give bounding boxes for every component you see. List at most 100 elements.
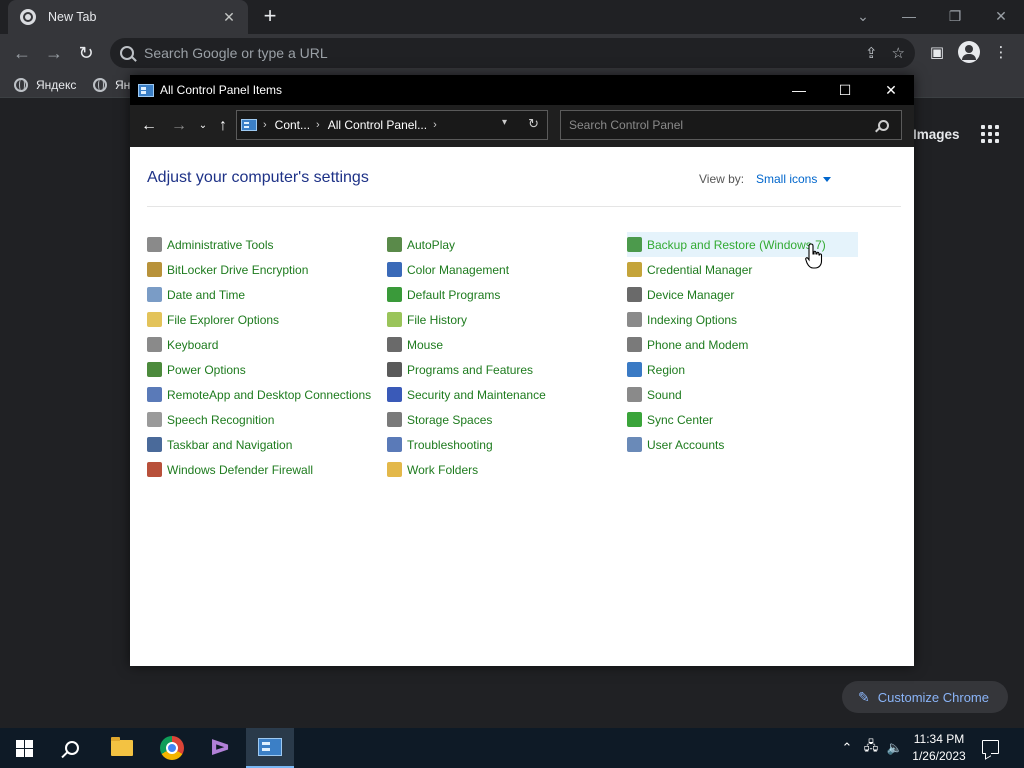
- share-icon[interactable]: ⇪: [865, 44, 878, 62]
- tab-search-chevron-icon[interactable]: ⌄: [840, 0, 886, 32]
- cp-item[interactable]: File Explorer Options: [147, 307, 375, 332]
- taskbar-chrome[interactable]: [148, 728, 196, 768]
- cp-item[interactable]: Date and Time: [147, 282, 375, 307]
- cp-item[interactable]: Keyboard: [147, 332, 375, 357]
- breadcrumb-separator[interactable]: ›: [316, 119, 320, 131]
- control-panel-icon: [258, 738, 282, 756]
- cp-item[interactable]: Power Options: [147, 357, 375, 382]
- credential-icon: [627, 262, 642, 277]
- clock-time: 11:34 PM: [913, 732, 965, 746]
- taskbar-clock[interactable]: 11:34 PM 1/26/2023: [908, 731, 970, 765]
- bookmark-yandex-2[interactable]: Ян: [93, 76, 130, 94]
- cp-item[interactable]: Backup and Restore (Windows 7): [627, 232, 858, 257]
- tray-overflow-chevron-icon[interactable]: ⌃: [836, 728, 858, 768]
- address-dropdown-icon[interactable]: ▾: [502, 117, 507, 128]
- volume-icon[interactable]: 🔈: [884, 728, 906, 768]
- breadcrumb-all-items[interactable]: All Control Panel...: [328, 118, 427, 132]
- folder-icon: [111, 737, 133, 756]
- windows-taskbar: ᐅ ⌃ 🖧 🔈 11:34 PM 1/26/2023: [0, 728, 1024, 768]
- new-tab-button[interactable]: +: [258, 4, 282, 30]
- cp-item[interactable]: Phone and Modem: [627, 332, 858, 357]
- refresh-icon[interactable]: ↻: [528, 116, 539, 132]
- cp-item[interactable]: Sound: [627, 382, 858, 407]
- cp-item-label: Speech Recognition: [167, 412, 275, 427]
- profile-avatar-icon[interactable]: [958, 41, 980, 63]
- phone-icon: [627, 337, 642, 352]
- taskbar-control-panel[interactable]: [246, 728, 294, 768]
- cp-item-label: Device Manager: [647, 287, 735, 302]
- cp-item[interactable]: Administrative Tools: [147, 232, 375, 257]
- cp-item[interactable]: Mouse: [387, 332, 615, 357]
- omnibox-placeholder[interactable]: Search Google or type a URL: [144, 45, 851, 61]
- cp-item[interactable]: Security and Maintenance: [387, 382, 615, 407]
- cp-title-bar[interactable]: All Control Panel Items — ☐ ✕: [130, 75, 914, 105]
- chrome-close-button[interactable]: ✕: [978, 0, 1024, 32]
- cp-item[interactable]: RemoteApp and Desktop Connections: [147, 382, 375, 407]
- cp-item[interactable]: Credential Manager: [627, 257, 858, 282]
- view-by-dropdown[interactable]: Small icons: [756, 172, 831, 186]
- cp-item[interactable]: Troubleshooting: [387, 432, 615, 457]
- breadcrumb-separator[interactable]: ›: [263, 119, 267, 131]
- cp-items-column-3: Backup and Restore (Windows 7) Credential…: [627, 232, 858, 457]
- globe-icon: [93, 78, 107, 92]
- bookmark-star-icon[interactable]: ☆: [892, 44, 905, 62]
- tab-close-icon[interactable]: ✕: [220, 9, 238, 26]
- cp-item[interactable]: Windows Defender Firewall: [147, 457, 375, 482]
- start-button[interactable]: [0, 728, 48, 768]
- breadcrumb-control-panel[interactable]: Cont...: [275, 118, 310, 132]
- clock-date: 1/26/2023: [912, 749, 966, 763]
- cp-item-label: Credential Manager: [647, 262, 753, 277]
- chrome-restore-button[interactable]: ❐: [932, 0, 978, 32]
- cp-item[interactable]: Color Management: [387, 257, 615, 282]
- cp-item[interactable]: Region: [627, 357, 858, 382]
- side-panel-icon[interactable]: ▣: [926, 42, 948, 64]
- cp-search-input[interactable]: [569, 118, 878, 132]
- cp-item[interactable]: Work Folders: [387, 457, 615, 482]
- cp-item[interactable]: Programs and Features: [387, 357, 615, 382]
- taskbar-visual-studio[interactable]: ᐅ: [196, 728, 244, 768]
- back-arrow-icon[interactable]: ←: [9, 40, 35, 66]
- cp-item[interactable]: Storage Spaces: [387, 407, 615, 432]
- cp-recent-chevron-icon[interactable]: ⌄: [192, 115, 214, 137]
- cp-back-arrow-icon[interactable]: ←: [138, 115, 160, 137]
- cp-up-arrow-icon[interactable]: ↑: [212, 115, 234, 137]
- taskbar-file-explorer[interactable]: [98, 728, 146, 768]
- cp-item[interactable]: Taskbar and Navigation: [147, 432, 375, 457]
- omnibox[interactable]: Search Google or type a URL ⇪ ☆: [110, 38, 915, 68]
- cp-maximize-button[interactable]: ☐: [822, 75, 868, 105]
- chrome-menu-icon[interactable]: ⋮: [990, 42, 1012, 64]
- cp-item[interactable]: BitLocker Drive Encryption: [147, 257, 375, 282]
- cp-address-bar[interactable]: › Cont... › All Control Panel... › ▾ ↻: [236, 110, 548, 140]
- cp-navigation-bar: ← → ⌄ ↑ › Cont... › All Control Panel...…: [130, 105, 914, 147]
- users-icon: [627, 437, 642, 452]
- cp-item[interactable]: AutoPlay: [387, 232, 615, 257]
- taskbar-icon: [147, 437, 162, 452]
- cp-item[interactable]: File History: [387, 307, 615, 332]
- cp-forward-arrow-icon[interactable]: →: [168, 115, 190, 137]
- cp-item-label: Indexing Options: [647, 312, 738, 327]
- cp-search-box[interactable]: [560, 110, 902, 140]
- cp-minimize-button[interactable]: —: [776, 75, 822, 105]
- tab-new-tab[interactable]: New Tab ✕: [8, 0, 248, 34]
- google-apps-icon[interactable]: [981, 125, 999, 143]
- cp-item[interactable]: Device Manager: [627, 282, 858, 307]
- cp-item-label: Work Folders: [407, 462, 479, 477]
- images-link[interactable]: Images: [913, 127, 960, 142]
- forward-arrow-icon[interactable]: →: [41, 40, 67, 66]
- chrome-minimize-button[interactable]: —: [886, 0, 932, 32]
- cp-item-label: Storage Spaces: [407, 412, 493, 427]
- breadcrumb-separator[interactable]: ›: [433, 119, 437, 131]
- cp-item[interactable]: User Accounts: [627, 432, 858, 457]
- reload-icon[interactable]: ↻: [73, 40, 99, 66]
- cp-item[interactable]: Speech Recognition: [147, 407, 375, 432]
- cp-item[interactable]: Indexing Options: [627, 307, 858, 332]
- cp-close-button[interactable]: ✕: [868, 75, 914, 105]
- customize-chrome-button[interactable]: ✎ Customize Chrome: [842, 681, 1008, 713]
- taskbar-search-button[interactable]: [48, 728, 96, 768]
- search-icon[interactable]: [878, 119, 889, 131]
- notification-icon[interactable]: [982, 740, 999, 754]
- cp-item[interactable]: Default Programs: [387, 282, 615, 307]
- bookmark-yandex[interactable]: Яндекс: [14, 76, 76, 94]
- cp-item[interactable]: Sync Center: [627, 407, 858, 432]
- network-icon[interactable]: 🖧: [860, 728, 882, 768]
